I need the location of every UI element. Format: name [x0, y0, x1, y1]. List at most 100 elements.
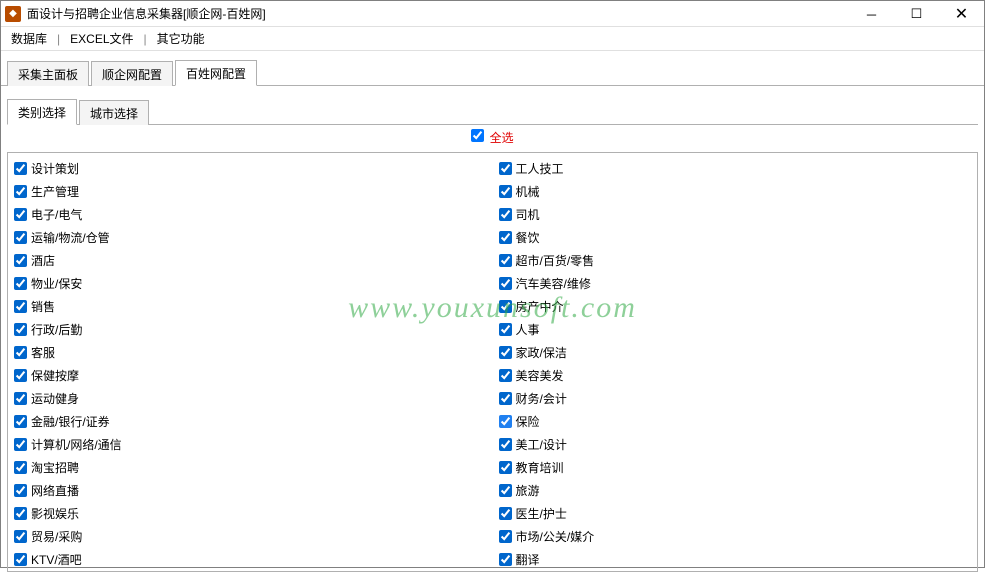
category-checkbox[interactable] — [14, 300, 27, 313]
category-item[interactable]: 旅游 — [499, 479, 978, 502]
tab-baixing-config[interactable]: 百姓网配置 — [175, 60, 257, 86]
category-label: KTV/酒吧 — [31, 551, 82, 568]
category-checkbox[interactable] — [14, 461, 27, 474]
category-checkbox[interactable] — [499, 277, 512, 290]
close-button[interactable]: ✕ — [939, 1, 984, 27]
category-checkbox[interactable] — [14, 185, 27, 198]
category-grid: 设计策划生产管理电子/电气运输/物流/仓管酒店物业/保安销售行政/后勤客服保健按… — [8, 153, 977, 571]
tab-city-select[interactable]: 城市选择 — [79, 100, 149, 125]
category-checkbox[interactable] — [499, 254, 512, 267]
category-checkbox[interactable] — [499, 208, 512, 221]
category-item[interactable]: 家政/保洁 — [499, 341, 978, 364]
category-checkbox[interactable] — [499, 461, 512, 474]
category-label: 贸易/采购 — [31, 528, 82, 545]
select-all-control[interactable]: 全选 — [471, 131, 513, 145]
category-item[interactable]: 司机 — [499, 203, 978, 226]
category-item[interactable]: 餐饮 — [499, 226, 978, 249]
tab-category-select[interactable]: 类别选择 — [7, 99, 77, 125]
category-checkbox[interactable] — [499, 415, 512, 428]
category-item[interactable]: 医生/护士 — [499, 502, 978, 525]
category-checkbox[interactable] — [499, 438, 512, 451]
menu-excel[interactable]: EXCEL文件 — [66, 28, 137, 49]
category-checkbox[interactable] — [14, 208, 27, 221]
window-title: 面设计与招聘企业信息采集器[顺企网-百姓网] — [27, 5, 849, 22]
category-checkbox[interactable] — [499, 530, 512, 543]
category-item[interactable]: 设计策划 — [14, 157, 493, 180]
category-item[interactable]: 超市/百货/零售 — [499, 249, 978, 272]
inner-tabs: 类别选择 城市选择 — [7, 94, 978, 125]
category-item[interactable]: 销售 — [14, 295, 493, 318]
category-item[interactable]: 财务/会计 — [499, 387, 978, 410]
category-list-box[interactable]: 设计策划生产管理电子/电气运输/物流/仓管酒店物业/保安销售行政/后勤客服保健按… — [7, 152, 978, 572]
category-checkbox[interactable] — [14, 369, 27, 382]
category-item[interactable]: 电子/电气 — [14, 203, 493, 226]
category-item[interactable]: 教育培训 — [499, 456, 978, 479]
category-item[interactable]: 美工/设计 — [499, 433, 978, 456]
menu-database[interactable]: 数据库 — [7, 28, 51, 49]
category-item[interactable]: 贸易/采购 — [14, 525, 493, 548]
category-label: 房产中介 — [516, 298, 564, 315]
config-panel: 类别选择 城市选择 全选 设计策划生产管理电子/电气运输/物流/仓管酒店物业/保… — [1, 86, 984, 576]
category-item[interactable]: 运输/物流/仓管 — [14, 226, 493, 249]
category-label: 销售 — [31, 298, 55, 315]
category-checkbox[interactable] — [499, 392, 512, 405]
category-item[interactable]: 计算机/网络/通信 — [14, 433, 493, 456]
category-item[interactable]: 影视娱乐 — [14, 502, 493, 525]
category-checkbox[interactable] — [499, 369, 512, 382]
category-label: 金融/银行/证券 — [31, 413, 110, 430]
category-checkbox[interactable] — [14, 553, 27, 566]
category-checkbox[interactable] — [14, 323, 27, 336]
category-checkbox[interactable] — [14, 484, 27, 497]
category-item[interactable]: 美容美发 — [499, 364, 978, 387]
category-checkbox[interactable] — [499, 323, 512, 336]
category-label: 影视娱乐 — [31, 505, 79, 522]
category-checkbox[interactable] — [14, 162, 27, 175]
category-item[interactable]: 物业/保安 — [14, 272, 493, 295]
category-checkbox[interactable] — [499, 300, 512, 313]
category-checkbox[interactable] — [499, 507, 512, 520]
category-checkbox[interactable] — [14, 346, 27, 359]
category-checkbox[interactable] — [14, 507, 27, 520]
tab-collect-panel[interactable]: 采集主面板 — [7, 61, 89, 86]
category-item[interactable]: 运动健身 — [14, 387, 493, 410]
category-item[interactable]: 生产管理 — [14, 180, 493, 203]
category-item[interactable]: 市场/公关/媒介 — [499, 525, 978, 548]
category-label: 工人技工 — [516, 160, 564, 177]
category-checkbox[interactable] — [14, 392, 27, 405]
category-item[interactable]: 网络直播 — [14, 479, 493, 502]
category-item[interactable]: 房产中介 — [499, 295, 978, 318]
maximize-button[interactable]: ☐ — [894, 1, 939, 27]
category-item[interactable]: 保健按摩 — [14, 364, 493, 387]
category-checkbox[interactable] — [14, 277, 27, 290]
category-item[interactable]: 汽车美容/维修 — [499, 272, 978, 295]
category-item[interactable]: 淘宝招聘 — [14, 456, 493, 479]
category-checkbox[interactable] — [499, 346, 512, 359]
category-item[interactable]: 工人技工 — [499, 157, 978, 180]
category-checkbox[interactable] — [14, 415, 27, 428]
menu-other[interactable]: 其它功能 — [153, 28, 209, 49]
category-checkbox[interactable] — [14, 438, 27, 451]
category-label: 市场/公关/媒介 — [516, 528, 595, 545]
category-item[interactable]: 客服 — [14, 341, 493, 364]
category-checkbox[interactable] — [14, 231, 27, 244]
category-checkbox[interactable] — [14, 254, 27, 267]
category-label: 淘宝招聘 — [31, 459, 79, 476]
category-checkbox[interactable] — [499, 185, 512, 198]
category-checkbox[interactable] — [499, 484, 512, 497]
select-all-checkbox[interactable] — [471, 129, 484, 142]
category-item[interactable]: 金融/银行/证券 — [14, 410, 493, 433]
category-label: 保健按摩 — [31, 367, 79, 384]
category-checkbox[interactable] — [499, 162, 512, 175]
minimize-button[interactable]: ─ — [849, 1, 894, 27]
category-item[interactable]: 机械 — [499, 180, 978, 203]
category-label: 生产管理 — [31, 183, 79, 200]
category-item[interactable]: 酒店 — [14, 249, 493, 272]
category-checkbox[interactable] — [499, 231, 512, 244]
tab-shunqi-config[interactable]: 顺企网配置 — [91, 61, 173, 86]
category-checkbox[interactable] — [499, 553, 512, 566]
category-item[interactable]: 行政/后勤 — [14, 318, 493, 341]
category-checkbox[interactable] — [14, 530, 27, 543]
category-label: 运输/物流/仓管 — [31, 229, 110, 246]
category-item[interactable]: 人事 — [499, 318, 978, 341]
category-item[interactable]: 保险 — [499, 410, 978, 433]
